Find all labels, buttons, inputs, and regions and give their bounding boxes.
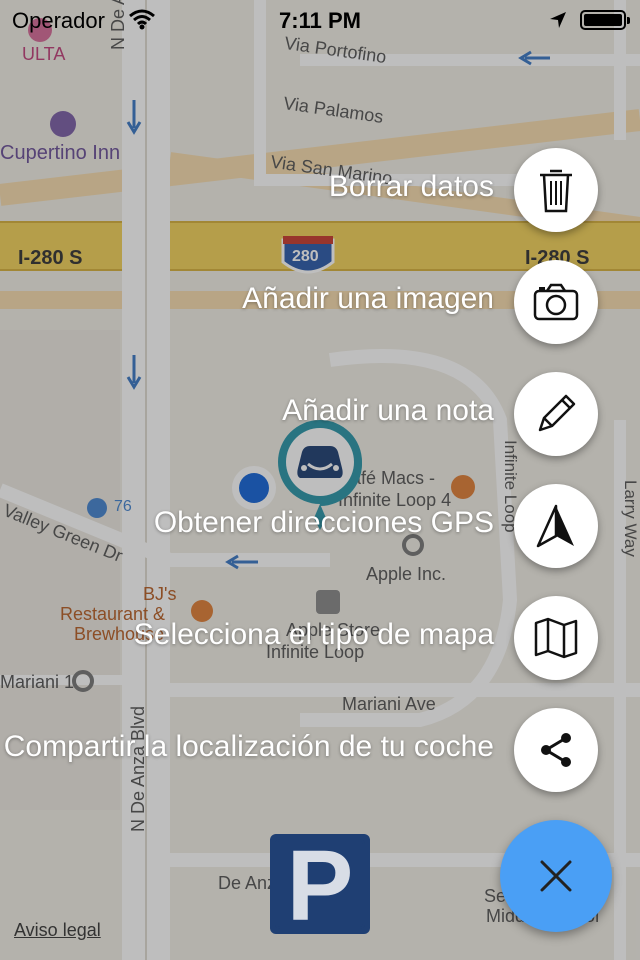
close-icon	[540, 860, 572, 892]
legal-notice-link[interactable]: Aviso legal	[14, 920, 101, 941]
action-label[interactable]: Añadir una imagen	[242, 282, 494, 316]
close-menu-button[interactable]	[500, 820, 612, 932]
parking-logo[interactable]: P	[270, 830, 370, 942]
share-icon	[541, 733, 571, 767]
action-label[interactable]: Selecciona el tipo de mapa	[134, 618, 494, 652]
trash-icon	[540, 169, 572, 213]
action-label[interactable]: Borrar datos	[329, 170, 494, 204]
action-label[interactable]: Añadir una nota	[282, 394, 494, 428]
menu-dim-overlay[interactable]	[0, 0, 640, 960]
camera-icon	[533, 283, 579, 321]
gps-directions-button[interactable]	[514, 484, 598, 568]
battery-icon	[580, 10, 630, 30]
map-type-button[interactable]	[514, 596, 598, 680]
parking-letter: P	[287, 834, 354, 934]
add-image-button[interactable]	[514, 260, 598, 344]
parking-p-icon: P	[275, 830, 365, 942]
location-services-icon	[550, 12, 566, 28]
pencil-icon	[538, 394, 576, 432]
clear-data-button[interactable]	[514, 148, 598, 232]
navigation-arrow-icon	[536, 504, 574, 548]
action-label[interactable]: Obtener direcciones GPS	[154, 506, 494, 540]
status-bar: Operador 7:11 PM	[0, 0, 640, 40]
add-note-button[interactable]	[514, 372, 598, 456]
action-label[interactable]: Compartir la localización de tu coche	[4, 730, 494, 764]
status-time: 7:11 PM	[279, 8, 361, 33]
map-icon	[534, 617, 578, 659]
share-location-button[interactable]	[514, 708, 598, 792]
